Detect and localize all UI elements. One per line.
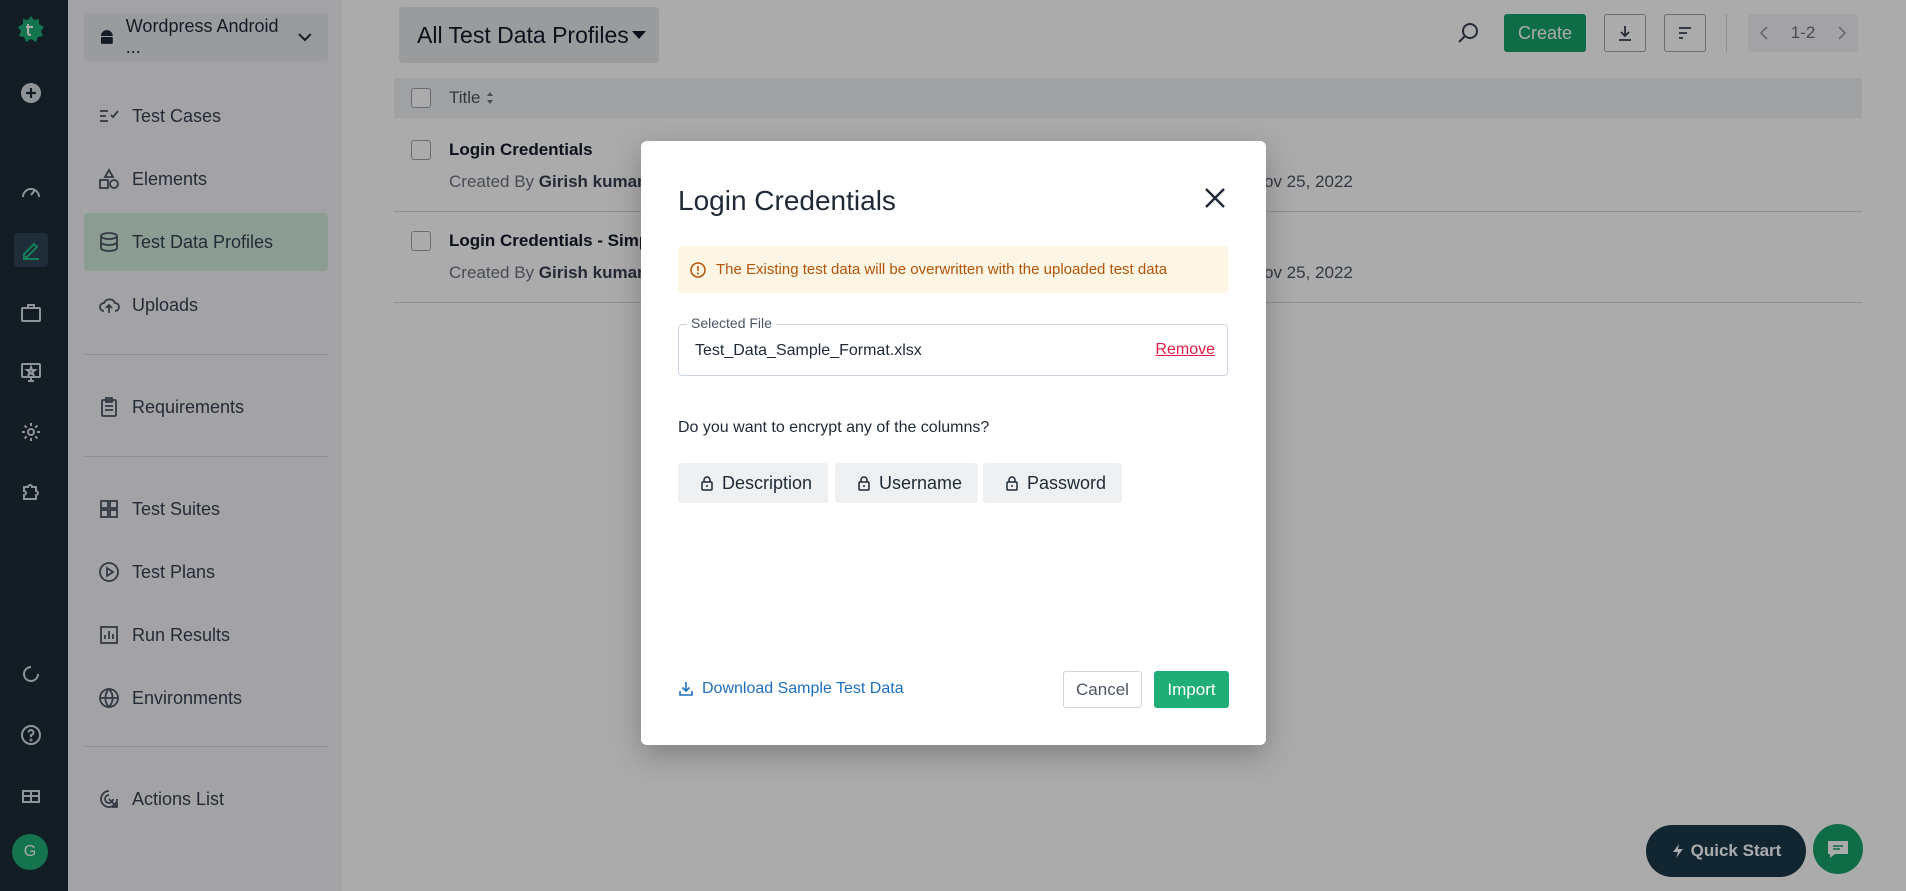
download-sample-label: Download Sample Test Data (702, 680, 904, 697)
download-sample-link[interactable]: Download Sample Test Data (678, 680, 904, 698)
remove-file-link[interactable]: Remove (1155, 341, 1215, 359)
download-icon (679, 682, 693, 696)
overwrite-warning: The Existing test data will be overwritt… (678, 246, 1228, 293)
encrypt-column-username[interactable]: Username (835, 463, 979, 503)
warning-text: The Existing test data will be overwritt… (716, 261, 1168, 278)
import-test-data-dialog: Login Credentials The Existing test data… (641, 141, 1266, 745)
file-name: Test_Data_Sample_Format.xlsx (695, 342, 922, 359)
encrypt-column-password[interactable]: Password (983, 463, 1123, 503)
column-chip-label: Description (722, 472, 813, 493)
column-chip-label: Password (1027, 472, 1107, 493)
dialog-title: Login Credentials (678, 185, 896, 216)
column-chip-label: Username (879, 472, 963, 493)
lock-icon (701, 476, 713, 491)
encrypt-column-description[interactable]: Description (678, 463, 829, 503)
lock-icon (858, 476, 870, 491)
lock-icon (1006, 476, 1018, 491)
selected-file-label: Selected File (687, 315, 776, 331)
encrypt-question: Do you want to encrypt any of the column… (678, 419, 990, 436)
close-icon[interactable] (1198, 181, 1232, 215)
selected-file-field: Selected File Test_Data_Sample_Format.xl… (678, 315, 1228, 376)
info-icon (690, 261, 706, 278)
import-button[interactable]: Import (1154, 671, 1229, 708)
cancel-button[interactable]: Cancel (1063, 671, 1142, 708)
